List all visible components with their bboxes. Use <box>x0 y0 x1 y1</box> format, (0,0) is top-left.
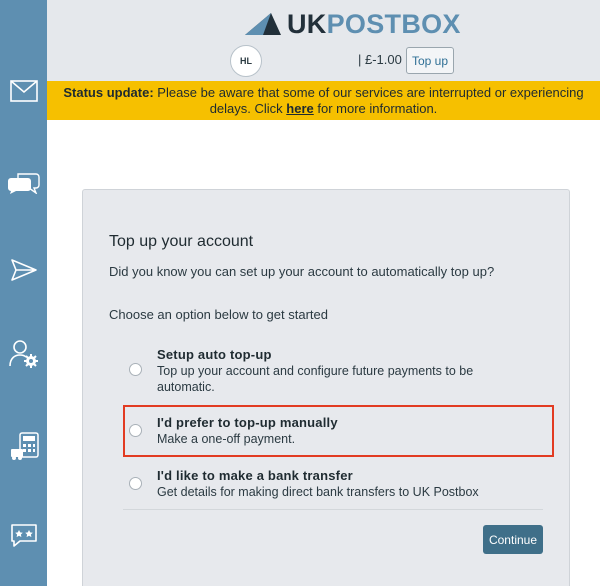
logo-text-postbox: POSTBOX <box>326 9 461 39</box>
card-title: Top up your account <box>109 233 254 250</box>
calculator-icon[interactable] <box>6 432 42 462</box>
radio-manual-topup[interactable] <box>129 424 142 437</box>
option-bank-transfer[interactable]: I'd like to make a bank transfer Get det… <box>129 468 549 502</box>
sidebar <box>0 0 47 586</box>
avatar[interactable]: HL <box>230 45 262 77</box>
star-speech-icon[interactable] <box>6 521 42 551</box>
option-description: Top up your account and configure future… <box>157 364 474 394</box>
envelope-icon[interactable] <box>6 76 42 106</box>
option-title: I'd like to make a bank transfer <box>157 468 353 483</box>
chat-bubbles-icon[interactable] <box>6 167 42 197</box>
ukpostbox-logo[interactable]: UKPOSTBOX <box>243 9 461 39</box>
banner-more-info-link[interactable]: here <box>286 101 313 116</box>
divider <box>123 509 543 510</box>
paper-plane-icon[interactable] <box>6 255 42 285</box>
logo-text-uk: UK <box>287 9 327 39</box>
option-manual-topup[interactable]: I'd prefer to top-up manually Make a one… <box>129 415 549 449</box>
radio-auto-topup[interactable] <box>129 363 142 376</box>
card-intro-text: Did you know you can set up your account… <box>109 264 495 279</box>
top-up-button[interactable]: Top up <box>406 47 454 74</box>
option-title: I'd prefer to top-up manually <box>157 415 338 430</box>
option-description: Make a one-off payment. <box>157 432 296 446</box>
option-description: Get details for making direct bank trans… <box>157 485 479 499</box>
card-choose-text: Choose an option below to get started <box>109 307 328 322</box>
option-auto-topup[interactable]: Setup auto top-up Top up your account an… <box>129 347 549 394</box>
account-balance: | £-1.00 <box>358 52 402 67</box>
topup-card: Top up your account Did you know you can… <box>82 189 570 586</box>
banner-label: Status update: <box>63 85 154 100</box>
status-banner: Status update: Please be aware that some… <box>47 81 600 120</box>
user-gear-icon[interactable] <box>6 339 42 369</box>
paper-plane-logo-icon <box>245 13 281 35</box>
continue-button[interactable]: Continue <box>483 525 543 554</box>
top-header: UKPOSTBOX HL | £-1.00 Top up <box>47 0 600 81</box>
banner-text-end: for more information. <box>313 101 438 116</box>
radio-bank-transfer[interactable] <box>129 477 142 490</box>
option-title: Setup auto top-up <box>157 347 272 362</box>
